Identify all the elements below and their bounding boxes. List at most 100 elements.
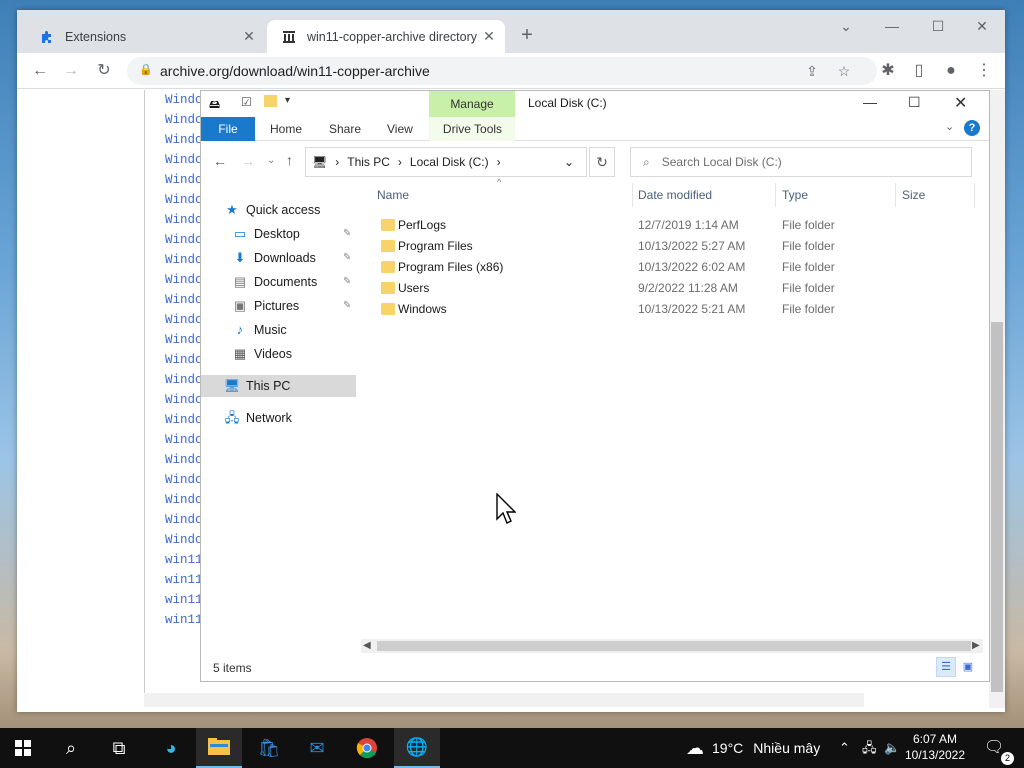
listing-link[interactable]: Windo [145, 390, 204, 410]
file-row[interactable]: Program Files 10/13/2022 5:27 AM File fo… [377, 236, 977, 257]
close-button[interactable]: ✕ [954, 93, 967, 113]
maximize-button[interactable]: ☐ [908, 94, 921, 111]
tab-archive[interactable]: win11-copper-archive directory l ✕ [267, 20, 505, 53]
task-view-icon[interactable]: ⧉ [96, 728, 142, 768]
up-arrow-icon[interactable]: ↑ [286, 152, 293, 168]
column-divider[interactable] [632, 183, 633, 207]
listing-link[interactable]: win11 [145, 610, 204, 630]
listing-link[interactable]: win11 [145, 590, 204, 610]
chevron-up-icon[interactable]: ⌃ [839, 728, 850, 768]
manage-context-tab[interactable]: Manage [429, 91, 515, 117]
file-row[interactable]: Users 9/2/2022 11:28 AM File folder [377, 278, 977, 299]
tab-drive-tools[interactable]: Drive Tools [429, 117, 515, 141]
expand-ribbon-icon[interactable]: ⌄ [945, 120, 954, 133]
listing-link[interactable]: Windo [145, 430, 204, 450]
nav-desktop[interactable]: ▭ Desktop ✎ [231, 223, 352, 245]
listing-link[interactable]: win11 [145, 570, 204, 590]
page-horizontal-scrollbar[interactable] [144, 693, 864, 707]
tab-share[interactable]: Share [329, 117, 361, 141]
qat-dropdown-icon[interactable]: ▾ [285, 95, 290, 106]
address-dropdown-icon[interactable]: ⌄ [564, 155, 574, 169]
nav-quick-access[interactable]: ★ Quick access [223, 199, 320, 221]
column-type[interactable]: Type [782, 183, 808, 207]
volume-icon[interactable]: 🔈 [884, 728, 900, 768]
maximize-button[interactable]: ☐ [915, 10, 961, 42]
bookmark-star-icon[interactable]: ☆ [833, 60, 855, 82]
listing-link[interactable]: Windo [145, 370, 204, 390]
scrollbar-thumb[interactable] [991, 322, 1003, 692]
scroll-left-icon[interactable]: ◀ [363, 640, 371, 651]
listing-link[interactable]: Windo [145, 150, 204, 170]
close-tab-icon[interactable]: ✕ [241, 28, 257, 45]
listing-link[interactable]: Windo [145, 190, 204, 210]
recent-locations-icon[interactable]: ⌄ [267, 155, 275, 166]
column-divider[interactable] [895, 183, 896, 207]
column-date-modified[interactable]: Date modified [638, 183, 712, 207]
large-icons-view-icon[interactable]: ▣ [958, 657, 978, 677]
file-row[interactable]: Windows 10/13/2022 5:21 AM File folder [377, 299, 977, 320]
system-clock[interactable]: 6:07 AM 10/13/2022 [900, 731, 970, 763]
side-panel-icon[interactable]: ▯ [906, 58, 932, 84]
listing-link[interactable]: Windo [145, 510, 204, 530]
listing-link[interactable]: Windo [145, 490, 204, 510]
help-icon[interactable]: ? [964, 120, 980, 136]
close-tab-icon[interactable]: ✕ [481, 28, 497, 45]
pin-icon[interactable]: ✎ [343, 223, 351, 245]
new-folder-icon[interactable] [264, 95, 277, 107]
column-divider[interactable] [974, 183, 975, 207]
listing-link[interactable]: win11 [145, 550, 204, 570]
share-icon[interactable]: ⇪ [801, 60, 823, 82]
address-bar[interactable]: 🔒 archive.org/download/win11-copper-arch… [127, 57, 877, 85]
pin-icon[interactable]: ✎ [343, 271, 351, 293]
nav-this-pc[interactable]: 🖥 This PC [201, 375, 356, 397]
back-arrow-icon[interactable]: ← [213, 153, 227, 169]
listing-link[interactable]: Windo [145, 530, 204, 550]
nav-downloads[interactable]: ⬇ Downloads ✎ [231, 247, 352, 269]
minimize-button[interactable]: — [863, 94, 877, 110]
tab-view[interactable]: View [387, 117, 413, 141]
extensions-icon[interactable]: ✱ [875, 58, 901, 84]
reload-icon[interactable]: ↻ [91, 58, 117, 84]
chrome-icon[interactable] [344, 728, 390, 768]
address-bar[interactable]: 🖥 › This PC › Local Disk (C:) › ⌄ [305, 147, 587, 177]
listing-link[interactable]: Windo [145, 130, 204, 150]
idm-download-icon[interactable]: 🌐 [394, 728, 440, 768]
tab-extensions[interactable]: Extensions ✕ [25, 20, 265, 53]
start-windows-icon[interactable] [0, 728, 46, 768]
breadcrumb-local-disk[interactable]: Local Disk (C:) [410, 155, 489, 169]
scrollbar-thumb[interactable] [377, 641, 971, 651]
tab-home[interactable]: Home [270, 117, 302, 141]
nav-music[interactable]: ♪ Music [231, 319, 287, 341]
listing-link[interactable]: Windo [145, 170, 204, 190]
search-input[interactable]: ⌕ Search Local Disk (C:) [630, 147, 972, 177]
close-button[interactable]: ✕ [959, 10, 1005, 42]
edge-icon[interactable]: ◕ [148, 728, 194, 768]
back-arrow-icon[interactable]: ← [27, 58, 53, 84]
scroll-right-icon[interactable]: ▶ [972, 640, 980, 651]
nav-pictures[interactable]: ▣ Pictures ✎ [231, 295, 352, 317]
file-row[interactable]: Program Files (x86) 10/13/2022 6:02 AM F… [377, 257, 977, 278]
nav-network[interactable]: 🖧 Network [223, 407, 292, 429]
pin-icon[interactable]: ✎ [343, 295, 351, 317]
weather-widget[interactable]: ☁ 19°C Nhiều mây [686, 728, 820, 768]
tab-file[interactable]: File [201, 117, 255, 141]
listing-link[interactable]: Windo [145, 250, 204, 270]
network-icon[interactable]: 🖧 [862, 728, 877, 768]
listing-link[interactable]: Windo [145, 470, 204, 490]
nav-documents[interactable]: ▤ Documents ✎ [231, 271, 352, 293]
listing-link[interactable]: Windo [145, 290, 204, 310]
mail-icon[interactable]: ✉ [294, 728, 340, 768]
refresh-button[interactable]: ↻ [589, 147, 615, 177]
column-divider[interactable] [775, 183, 776, 207]
listing-link[interactable]: Windo [145, 450, 204, 470]
nav-videos[interactable]: ▦ Videos [231, 343, 292, 365]
listing-link[interactable]: Windo [145, 330, 204, 350]
column-name[interactable]: Name [377, 183, 409, 207]
listing-link[interactable]: Windo [145, 410, 204, 430]
profile-avatar-icon[interactable]: ● [938, 58, 964, 84]
listing-link[interactable]: Windo [145, 310, 204, 330]
details-view-icon[interactable]: ☰ [936, 657, 956, 677]
listing-link[interactable]: Windo [145, 270, 204, 290]
properties-check-icon[interactable]: ☑ [241, 95, 252, 109]
pin-icon[interactable]: ✎ [343, 247, 351, 269]
